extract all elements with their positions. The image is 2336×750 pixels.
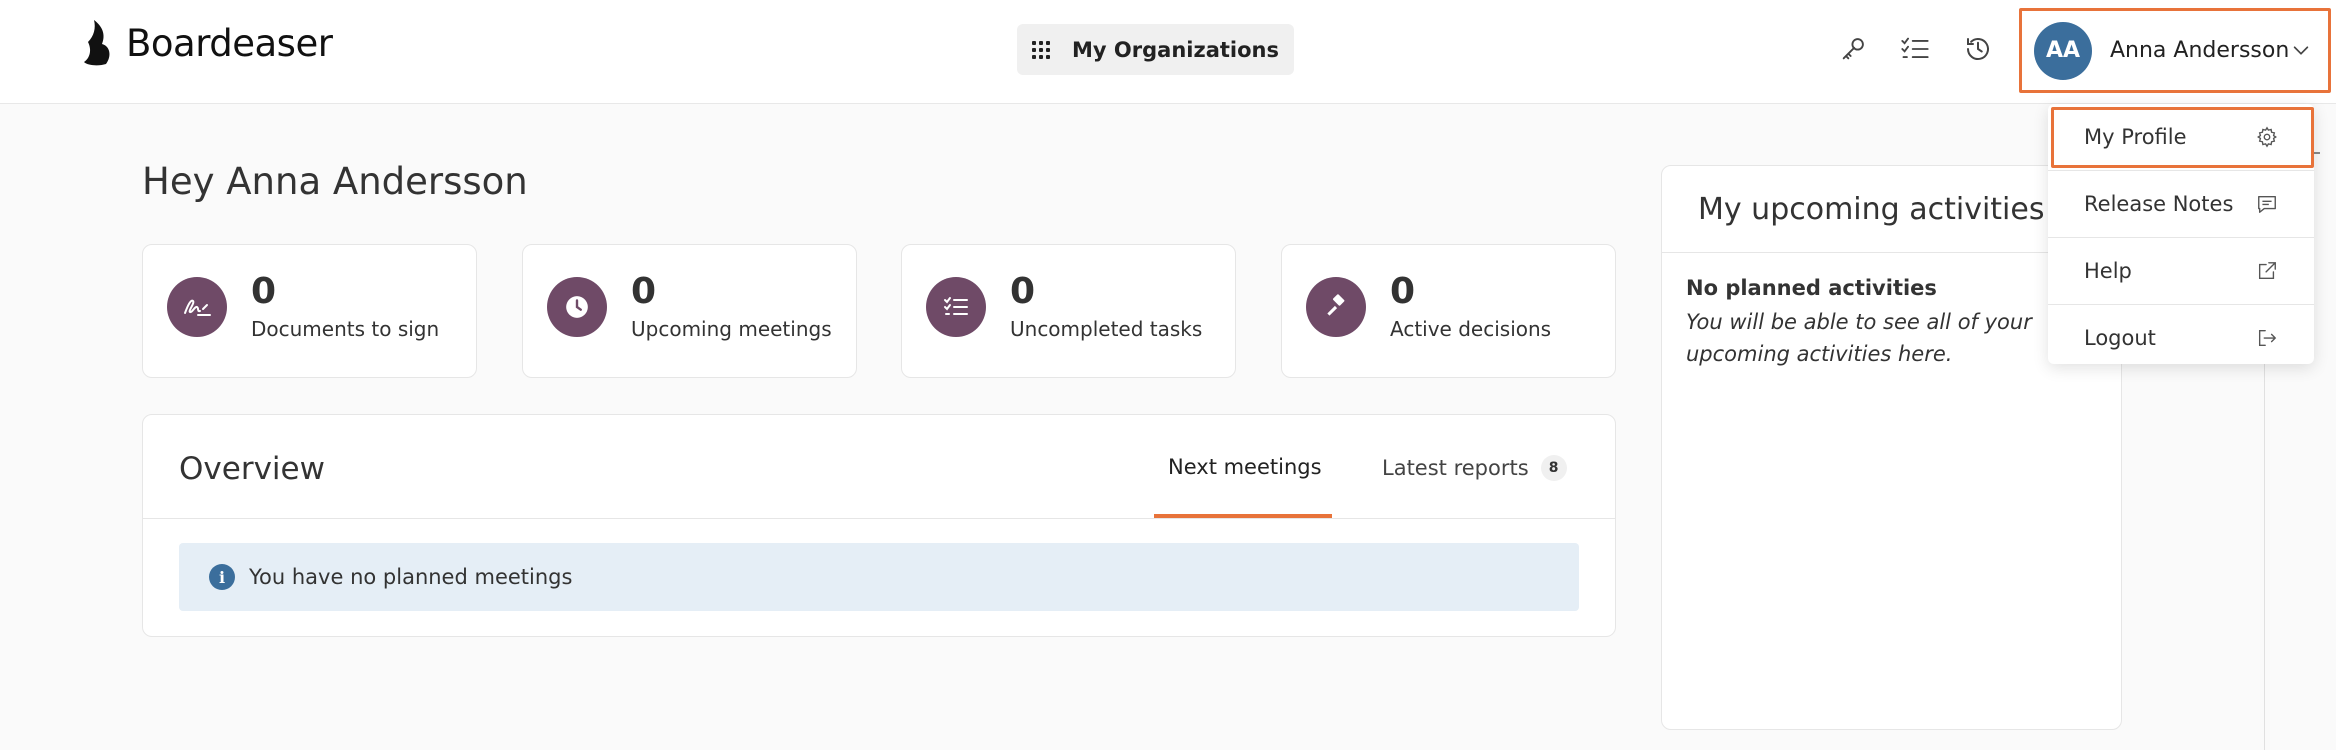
user-dropdown-menu: My Profile Release Notes Help Logout (2048, 104, 2314, 364)
stat-card-tasks[interactable]: 0 Uncompleted tasks (901, 244, 1236, 378)
stat-value: 0 (251, 271, 277, 312)
avatar: AA (2034, 21, 2092, 80)
stat-value: 0 (1010, 271, 1036, 312)
stat-card-documents[interactable]: 0 Documents to sign (142, 244, 477, 378)
user-menu-button[interactable]: AA Anna Andersson (2019, 8, 2331, 93)
app-name: Boardeaser (126, 21, 333, 65)
external-link-icon (2258, 262, 2276, 280)
my-organizations-button[interactable]: My Organizations (1017, 24, 1294, 75)
stat-card-decisions[interactable]: 0 Active decisions (1281, 244, 1616, 378)
tasks-icon[interactable] (1898, 32, 1932, 66)
info-text: You have no planned meetings (249, 565, 573, 589)
top-header: Boardeaser My Organizations AA Anna Ande… (0, 0, 2336, 104)
empty-state-text: You will be able to see all of your upco… (1686, 310, 2032, 366)
logout-icon (2258, 329, 2277, 347)
boardeaser-logo-icon (84, 20, 110, 66)
overview-title: Overview (179, 451, 325, 487)
user-name: Anna Andersson (2110, 38, 2290, 63)
count-badge: 8 (1540, 455, 1567, 481)
app-logo[interactable]: Boardeaser (80, 18, 333, 68)
info-icon: i (209, 564, 235, 590)
menu-item-help[interactable]: Help (2048, 238, 2314, 304)
grid-icon (1032, 40, 1051, 59)
info-alert: i You have no planned meetings (179, 543, 1579, 611)
checklist-icon (926, 277, 986, 337)
stat-value: 0 (1390, 271, 1416, 312)
overview-card: Overview Next meetings Latest reports 8 … (142, 414, 1616, 637)
stat-label: Upcoming meetings (631, 317, 832, 341)
activities-title: My upcoming activities (1698, 192, 2045, 227)
menu-item-release-notes[interactable]: Release Notes (2048, 171, 2314, 237)
key-icon[interactable] (1836, 32, 1870, 66)
chevron-down-icon (2293, 46, 2309, 55)
stat-label: Uncompleted tasks (1010, 317, 1203, 341)
empty-state-title: No planned activities (1686, 276, 1937, 300)
tab-next-meetings[interactable]: Next meetings (1168, 455, 1322, 479)
tab-latest-reports[interactable]: Latest reports 8 (1382, 455, 1567, 481)
divider (143, 518, 1615, 519)
selection-highlight (2051, 107, 2314, 168)
my-organizations-label: My Organizations (1072, 37, 1279, 62)
stat-label: Documents to sign (251, 317, 440, 341)
menu-item-label: Help (2084, 259, 2132, 283)
history-icon[interactable] (1961, 32, 1995, 66)
signature-icon (167, 277, 227, 337)
menu-item-label: Release Notes (2084, 192, 2234, 216)
gavel-icon (1306, 277, 1366, 337)
menu-item-logout[interactable]: Logout (2048, 305, 2314, 371)
menu-item-label: Logout (2084, 326, 2156, 350)
stat-value: 0 (631, 271, 657, 312)
chat-icon (2258, 195, 2276, 213)
clock-icon (547, 277, 607, 337)
stat-card-meetings[interactable]: 0 Upcoming meetings (522, 244, 857, 378)
tab-label: Latest reports (1382, 456, 1529, 480)
page-title: Hey Anna Andersson (142, 160, 528, 203)
stat-label: Active decisions (1390, 317, 1552, 341)
menu-item-my-profile[interactable]: My Profile (2048, 104, 2314, 170)
